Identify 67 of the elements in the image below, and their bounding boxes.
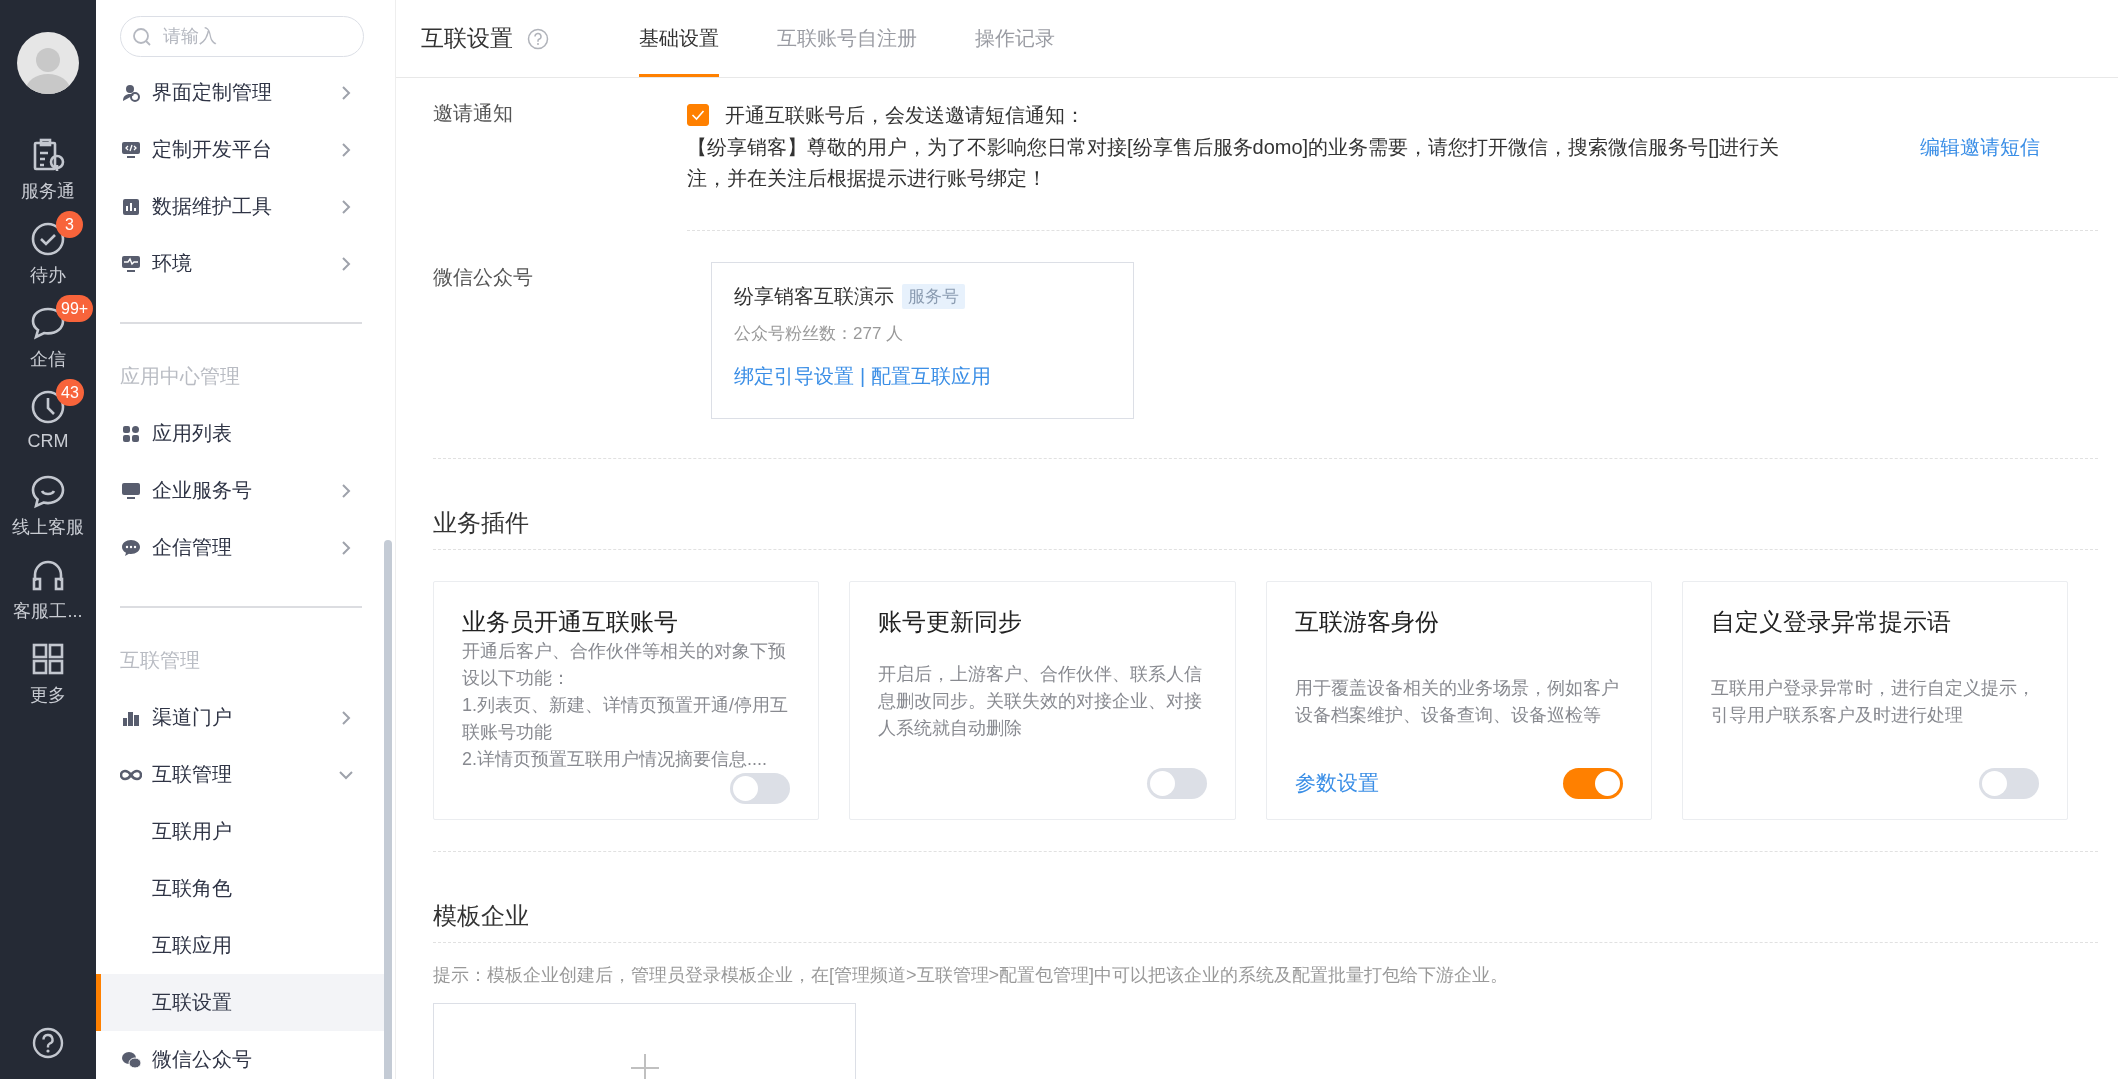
group-title: 应用中心管理: [119, 364, 241, 389]
sidebar-item[interactable]: 环境: [96, 235, 384, 292]
page-title: 互联设置: [421, 24, 513, 53]
sidebar-item[interactable]: 定制开发平台: [96, 121, 384, 178]
help-icon[interactable]: [32, 1027, 64, 1059]
follower-count: 公众号粉丝数：277 人: [734, 323, 905, 345]
monitor-icon: [120, 480, 142, 501]
section-title: 业务插件: [433, 509, 529, 536]
sidebar-item[interactable]: 界面定制管理: [96, 64, 384, 121]
sidebar-subitem[interactable]: 互联用户: [96, 803, 384, 860]
checkbox[interactable]: [687, 104, 709, 126]
sidebar-item[interactable]: 企业服务号: [96, 462, 384, 519]
rail-item[interactable]: 线上客服: [12, 473, 84, 557]
toggle-switch[interactable]: [730, 773, 791, 804]
hint-text: 提示：模板企业创建后，管理员登录模板企业，在[管理频道>互联管理>配置包管理]中可以把该企业的系统及配置批量打包给下游企业。: [433, 964, 1510, 987]
plugin-description: 互联用户登录异常时，进行自定义提示，引导用户联系客户及时进行处理: [1710, 676, 2036, 727]
plugin-description: 1.列表页、新建、详情页预置开通/停用互联账号功能: [462, 694, 789, 744]
plugin-title: 自定义登录异常提示语: [1710, 607, 1952, 637]
account-name: 纷享销客互联演示: [734, 284, 894, 309]
field-label: 微信公众号: [433, 265, 534, 290]
settings-link[interactable]: 参数设置: [1294, 769, 1379, 797]
sidebar-subitem[interactable]: 互联应用: [96, 917, 384, 974]
sidebar-item[interactable]: 微信公众号: [96, 1031, 384, 1079]
sidebar-item[interactable]: 渠道门户: [96, 689, 384, 746]
plugin-title: 账号更新同步: [878, 607, 1024, 637]
count-badge: 3: [56, 211, 83, 238]
sidebar-item[interactable]: 互联管理: [96, 746, 384, 803]
plugin-description: 开启后，上游客户、合作伙伴、联系人信息删改同步。关联失效的对接企业、对接人系统就自动删除: [878, 663, 1204, 740]
smile-bubble-icon: [30, 473, 66, 509]
toggle-switch[interactable]: [1562, 767, 1623, 799]
plugin-description: 2.详情页预置互联用户情况摘要信息....: [462, 748, 768, 771]
rail-item[interactable]: 客服工...: [13, 557, 83, 641]
search-field[interactable]: 请输入: [120, 16, 364, 57]
sidebar-subitem[interactable]: 互联角色: [96, 860, 384, 917]
plugin-title: 互联游客身份: [1294, 607, 1440, 637]
sidebar-item[interactable]: 数据维护工具: [96, 178, 384, 235]
link-separator: |: [860, 365, 866, 388]
monitor-code-icon: [120, 139, 142, 160]
app-grid-icon: [120, 423, 142, 444]
chat-bubbles-icon: [120, 1049, 142, 1070]
toggle-switch[interactable]: [1979, 767, 2039, 799]
field-label: 邀请通知: [433, 101, 514, 126]
monitor-pulse-icon: [120, 253, 142, 274]
section-title: 模板企业: [433, 902, 529, 929]
search-icon: [132, 27, 152, 47]
count-badge: 99+: [56, 295, 94, 322]
chat-dots-icon: [120, 537, 142, 558]
plugin-description: 开通后客户、合作伙伴等相关的对象下预设以下功能：: [462, 640, 787, 690]
plugin-description: 用于覆盖设备相关的业务场景，例如客户设备档案维护、设备查询、设备巡检等: [1294, 676, 1620, 727]
toggle-switch[interactable]: [1146, 767, 1207, 799]
plus-icon: [628, 1052, 661, 1079]
plugin-title: 业务员开通互联账号: [462, 607, 679, 637]
rail-item[interactable]: 更多: [30, 641, 66, 725]
grid-icon: [30, 641, 66, 677]
check-circle-icon: [30, 221, 66, 257]
group-title: 互联管理: [119, 648, 201, 673]
scrollbar-thumb[interactable]: [384, 540, 392, 1079]
bar-chart-icon: [120, 196, 142, 217]
invite-message: 【纷享销客】尊敬的用户，为了不影响您日常对接[纷享售后服务domo]的业务需要，请您打开微信，搜索微信服务号[]进行关注，并在关注后根据提示进行账号绑定！: [687, 135, 1781, 191]
sidebar-item[interactable]: 应用列表: [96, 405, 384, 462]
count-badge: 43: [56, 379, 84, 406]
tab[interactable]: 基础设置: [639, 0, 719, 77]
sidebar-subitem[interactable]: 互联设置: [96, 974, 384, 1031]
checkbox-label: 开通互联账号后，会发送邀请短信通知：: [725, 103, 1085, 128]
check-icon: [691, 109, 705, 121]
account-type-tag: 服务号: [902, 284, 965, 309]
sidebar-item[interactable]: 企信管理: [96, 519, 384, 576]
